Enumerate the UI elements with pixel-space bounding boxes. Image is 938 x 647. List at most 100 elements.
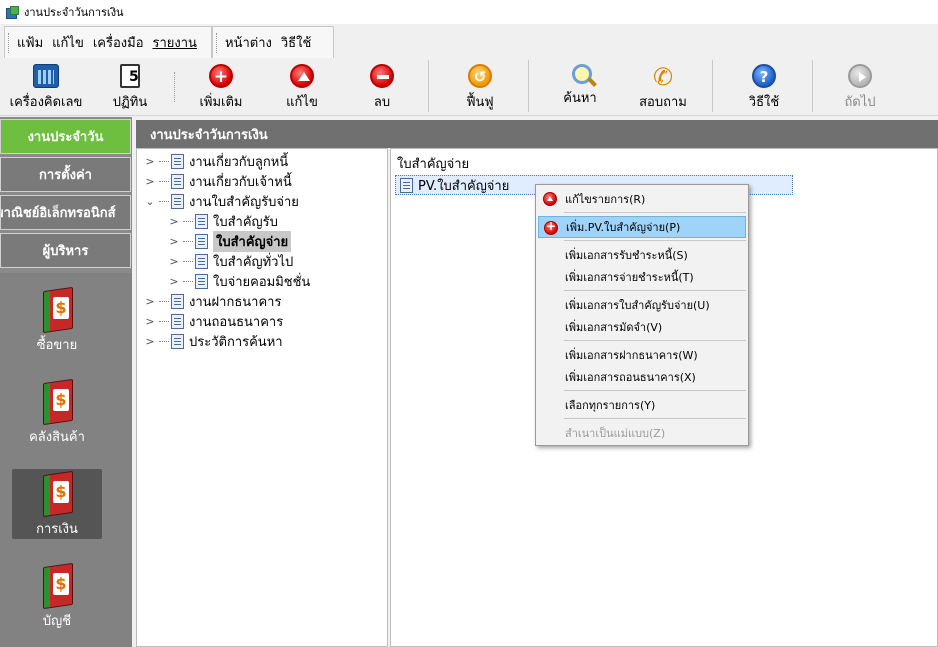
inquiry-label: สอบถาม <box>639 95 687 110</box>
tree-connector <box>183 280 193 282</box>
tree-node-label: งานฝากธนาคาร <box>189 294 282 310</box>
tree-node-payment-voucher[interactable]: > ใบสำคัญจ่าย <box>167 230 292 252</box>
ctx-select-all[interactable]: เลือกทุกรายการ(Y) <box>538 394 746 416</box>
menu-separator <box>564 212 746 213</box>
menu-help[interactable]: วิธีใช้ <box>281 32 311 53</box>
tree-node-vouchers[interactable]: ⌄ งานใบสำคัญรับจ่าย <box>143 191 299 211</box>
document-icon <box>171 333 184 349</box>
module-trading-label: ซื้อขาย <box>36 338 78 353</box>
ctx-copy-template[interactable]: สำเนาเป็นแม่แบบ(Z) <box>538 422 746 444</box>
plus-circle-icon <box>209 64 233 88</box>
calculator-icon <box>33 64 59 88</box>
edit-button[interactable]: แก้ไข <box>272 60 332 112</box>
tree-node-creditors[interactable]: > งานเกี่ยวกับเจ้าหนี้ <box>143 171 292 191</box>
nav-tab-settings[interactable]: การตั้งค่า <box>0 157 131 192</box>
menu-edit[interactable]: แก้ไข <box>52 32 84 53</box>
calculator-button[interactable]: เครื่องคิดเลข <box>6 60 86 112</box>
delete-button[interactable]: ลบ <box>352 60 412 112</box>
arrow-up-circle-icon <box>290 64 314 88</box>
tree-node-debtors[interactable]: > งานเกี่ยวกับลูกหนี้ <box>143 151 288 171</box>
left-navigation: งานประจำวัน การตั้งค่า พาณิชย์อิเล็กทรอน… <box>0 117 132 647</box>
tree-node-general-voucher[interactable]: > ใบสำคัญทั่วไป <box>167 251 293 271</box>
document-icon <box>171 293 184 309</box>
toolbar-separator <box>528 60 529 112</box>
edit-label: แก้ไข <box>286 95 318 110</box>
chevron-right-icon[interactable]: > <box>167 275 181 288</box>
chevron-right-icon[interactable]: > <box>143 295 157 308</box>
toolbar-grip[interactable] <box>174 72 177 102</box>
ctx-add-pv[interactable]: เพิ่ม.PV.ใบสำคัญจ่าย(P) <box>538 216 746 238</box>
chevron-right-icon[interactable]: > <box>167 215 181 228</box>
ctx-add-bank-deposit[interactable]: เพิ่มเอกสารฝากธนาคาร(W) <box>538 344 746 366</box>
toolbar-separator <box>812 60 813 112</box>
menu-report[interactable]: รายงาน <box>153 32 197 53</box>
search-icon <box>572 64 592 84</box>
nav-tab-executive[interactable]: ผู้บริหาร <box>0 233 131 268</box>
calendar-icon <box>120 64 140 88</box>
document-icon <box>171 173 184 189</box>
menu-file[interactable]: แฟ้ม <box>17 32 43 53</box>
title-bar: งานประจำวันการเงิน <box>0 0 938 24</box>
module-finance[interactable]: การเงิน <box>12 469 102 539</box>
ctx-add-voucher[interactable]: เพิ่มเอกสารใบสำคัญรับจ่าย(U) <box>538 294 746 316</box>
chevron-down-icon[interactable]: ⌄ <box>143 195 157 208</box>
ctx-add-receipt[interactable]: เพิ่มเอกสารรับชำระหนี้(S) <box>538 244 746 266</box>
ctx-edit-list[interactable]: แก้ไขรายการ(R) <box>538 188 746 210</box>
list-item-label: PV.ใบสำคัญจ่าย <box>418 178 510 194</box>
add-button[interactable]: เพิ่มเติม <box>186 60 256 112</box>
search-button[interactable]: ค้นหา <box>550 60 610 112</box>
nav-tab-ecommerce[interactable]: พาณิชย์อิเล็กทรอนิกส์ <box>0 195 131 230</box>
document-icon <box>195 213 208 229</box>
toolbar: เครื่องคิดเลข ปฏิทิน เพิ่มเติม แก้ไข ลบ … <box>0 58 938 116</box>
ctx-add-payment[interactable]: เพิ่มเอกสารจ่ายชำระหนี้(T) <box>538 266 746 288</box>
book-icon <box>39 289 75 328</box>
menu-window[interactable]: หน้าต่าง <box>225 32 272 53</box>
tree-node-search-history[interactable]: > ประวัติการค้นหา <box>143 331 283 351</box>
help-icon <box>752 64 776 88</box>
tree-node-label: ใบสำคัญรับ <box>213 214 278 230</box>
module-accounting-label: บัญชี <box>42 614 72 629</box>
document-icon <box>171 153 184 169</box>
phone-icon <box>650 64 676 90</box>
tree-connector <box>183 220 193 222</box>
chevron-right-icon[interactable]: > <box>167 255 181 268</box>
list-header: ใบสำคัญจ่าย <box>397 157 470 172</box>
tree-node-commission[interactable]: > ใบจ่ายคอมมิชชั่น <box>167 271 310 291</box>
tree-view: > งานเกี่ยวกับลูกหนี้ > งานเกี่ยวกับเจ้า… <box>136 148 388 647</box>
tree-node-bank-withdraw[interactable]: > งานถอนธนาคาร <box>143 311 283 331</box>
chevron-right-icon[interactable]: > <box>143 175 157 188</box>
help-button[interactable]: วิธีใช้ <box>734 60 794 112</box>
module-trading[interactable]: ซื้อขาย <box>12 285 102 355</box>
calendar-button[interactable]: ปฏิทิน <box>104 60 156 112</box>
chevron-right-icon[interactable]: > <box>143 335 157 348</box>
menu-tools[interactable]: เครื่องมือ <box>93 32 144 53</box>
nav-tab-daily[interactable]: งานประจำวัน <box>0 119 131 154</box>
app-icon <box>6 6 19 19</box>
nav-tab-ecommerce-label: พาณิชย์อิเล็กทรอนิกส์ <box>0 206 116 221</box>
tree-node-label: ใบจ่ายคอมมิชชั่น <box>213 274 311 290</box>
chevron-right-icon[interactable]: > <box>167 235 181 248</box>
help-label: วิธีใช้ <box>748 95 780 110</box>
menu-grip[interactable] <box>8 33 11 53</box>
ctx-add-bank-withdraw[interactable]: เพิ่มเอกสารถอนธนาคาร(X) <box>538 366 746 388</box>
document-icon <box>171 193 184 209</box>
main-panel-title: งานประจำวันการเงิน <box>136 120 938 148</box>
menu-grip[interactable] <box>216 33 219 53</box>
menu-separator <box>564 340 746 341</box>
chevron-right-icon[interactable]: > <box>143 315 157 328</box>
module-accounting[interactable]: บัญชี <box>12 561 102 631</box>
tree-connector <box>159 300 169 302</box>
restore-button[interactable]: ฟื้นฟู <box>450 60 510 112</box>
tree-node-label-selected: ใบสำคัญจ่าย <box>213 230 292 252</box>
book-icon <box>39 381 75 420</box>
menu-group-window: หน้าต่าง วิธีใช้ <box>212 26 334 58</box>
tree-node-bank-deposit[interactable]: > งานฝากธนาคาร <box>143 291 281 311</box>
module-inventory[interactable]: คลังสินค้า <box>12 377 102 447</box>
next-button[interactable]: ถัดไป <box>830 60 890 112</box>
tree-node-receipt-voucher[interactable]: > ใบสำคัญรับ <box>167 211 278 231</box>
chevron-right-icon[interactable]: > <box>143 155 157 168</box>
document-icon <box>400 177 413 193</box>
inquiry-button[interactable]: สอบถาม <box>630 60 696 112</box>
next-icon <box>848 64 872 88</box>
ctx-add-deposit[interactable]: เพิ่มเอกสารมัดจำ(V) <box>538 316 746 338</box>
